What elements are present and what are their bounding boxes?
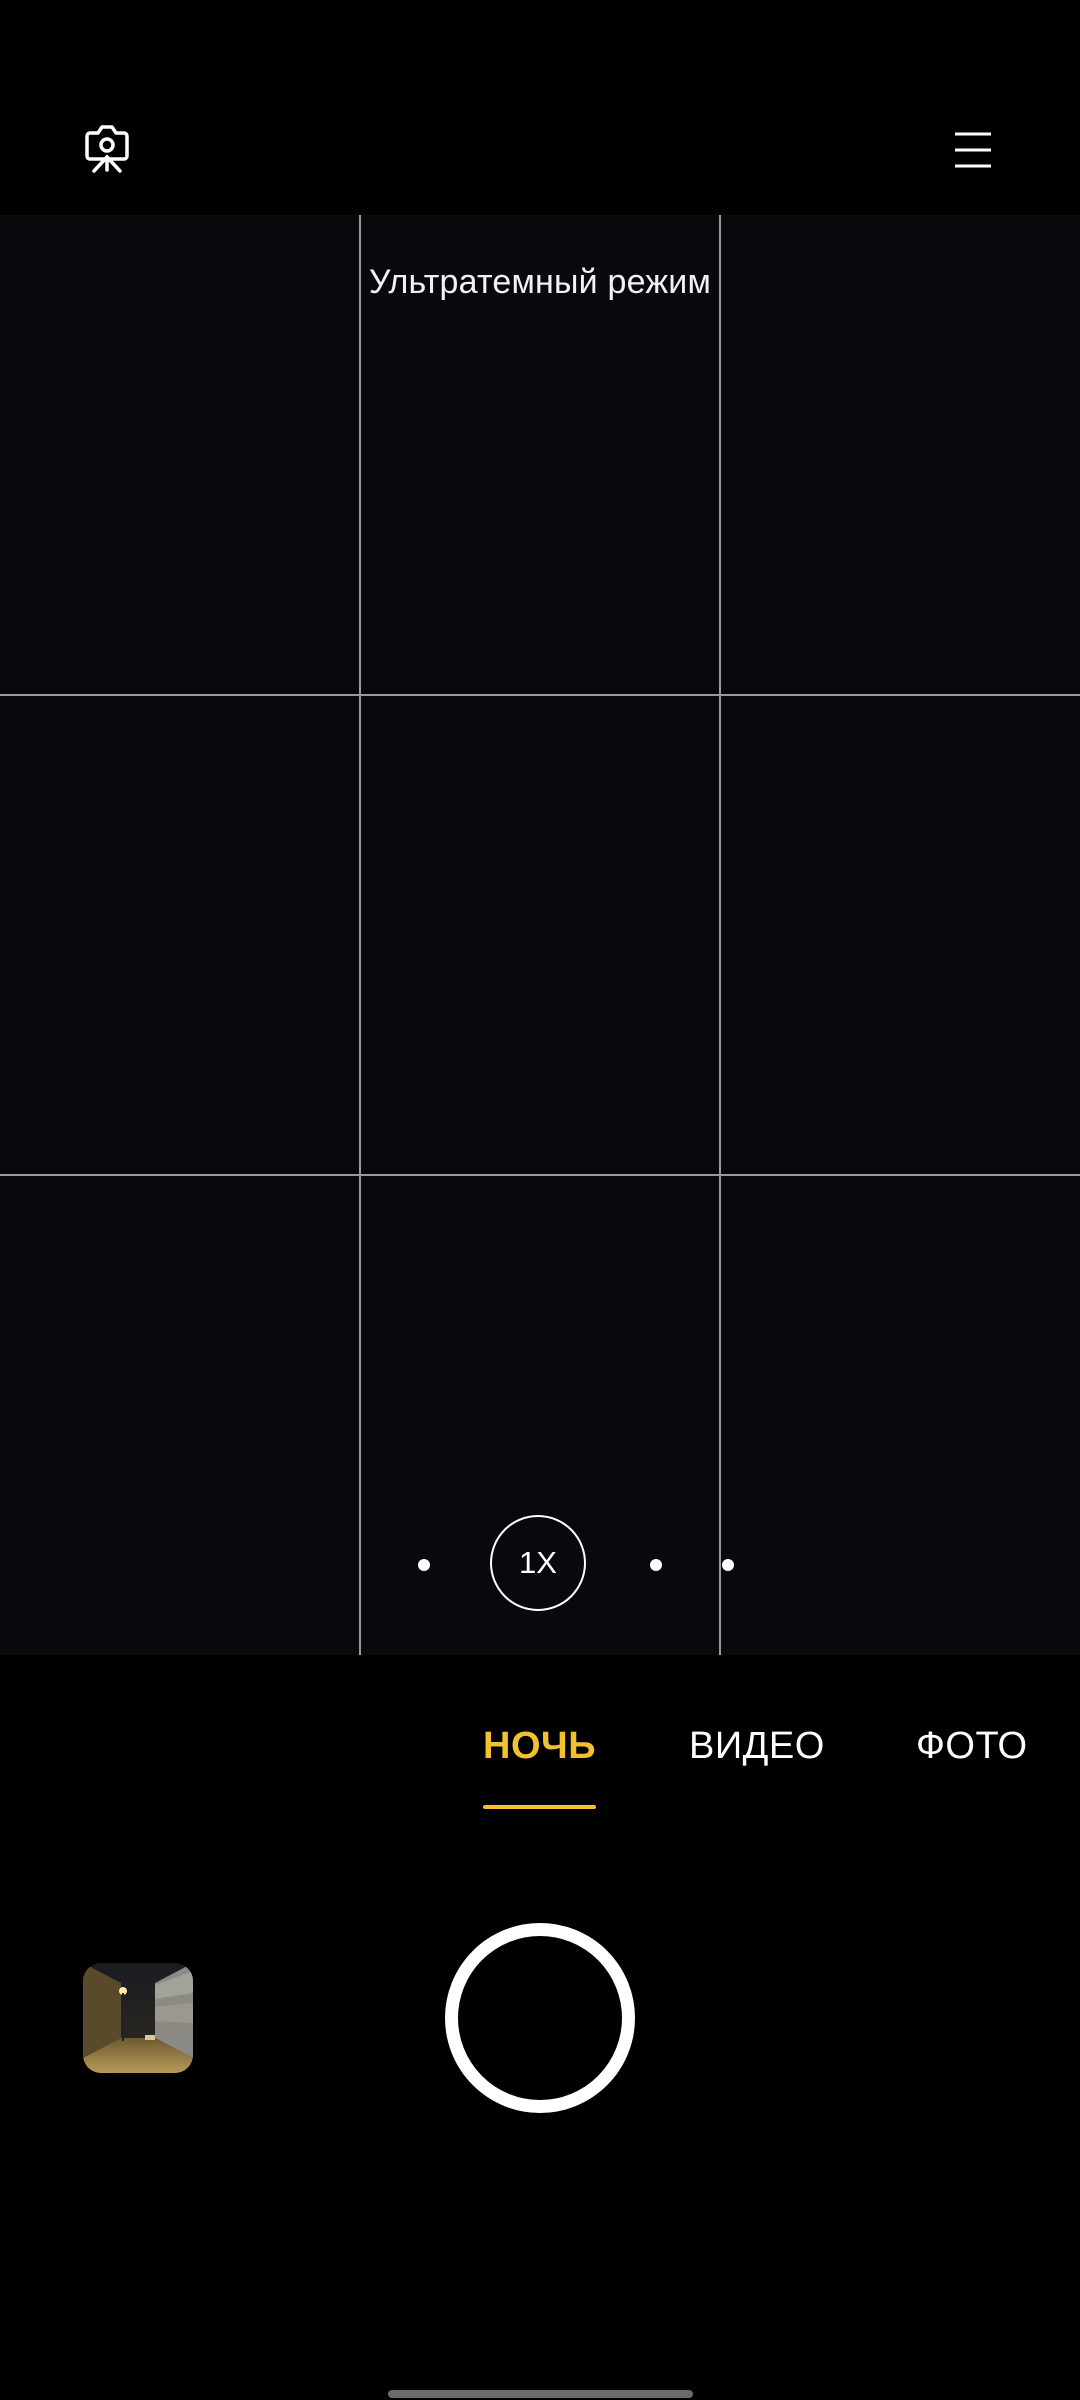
camera-controls: НОЧЬ ВИДЕО ФОТО (0, 1655, 1080, 2400)
viewfinder[interactable]: Ультратемный режим 1X (0, 215, 1080, 1655)
shutter-button[interactable] (445, 1923, 635, 2113)
menu-button[interactable] (928, 105, 1018, 195)
camera-settings-icon (85, 125, 129, 173)
mode-tab-photo[interactable]: ФОТО (916, 1725, 1028, 1768)
zoom-option-dot[interactable] (418, 1559, 430, 1571)
grid-line-horizontal-2 (0, 1174, 1080, 1176)
zoom-option-dot[interactable] (650, 1559, 662, 1571)
zoom-1x-button[interactable]: 1X (490, 1515, 586, 1611)
top-bar (0, 0, 1080, 215)
mode-tab-video[interactable]: ВИДЕО (689, 1725, 825, 1768)
grid-line-horizontal-1 (0, 694, 1080, 696)
grid-line-vertical-1 (359, 215, 361, 1655)
menu-icon (955, 132, 991, 168)
camera-settings-button[interactable] (62, 103, 152, 193)
active-mode-indicator (483, 1805, 596, 1809)
zoom-selector: 1X (0, 1515, 1080, 1615)
zoom-option-dot[interactable] (722, 1559, 734, 1571)
grid-line-vertical-2 (719, 215, 721, 1655)
mode-tab-night[interactable]: НОЧЬ (483, 1725, 596, 1768)
gallery-thumbnail[interactable] (83, 1963, 193, 2073)
home-indicator[interactable] (388, 2390, 693, 2398)
mode-hint-label: Ультратемный режим (368, 263, 712, 301)
last-photo-thumbnail (83, 1963, 193, 2073)
